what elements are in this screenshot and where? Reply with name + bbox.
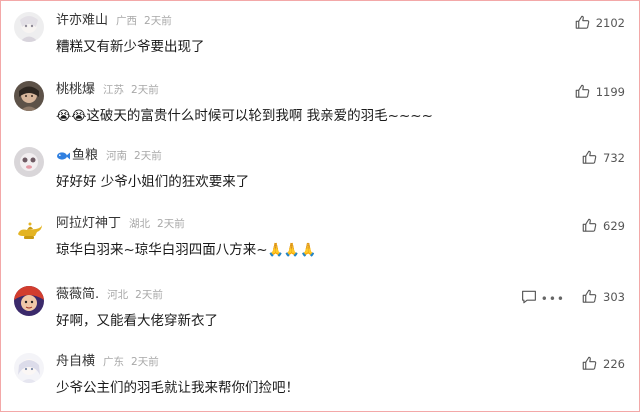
thumbs-up-icon <box>575 15 589 29</box>
like-count: 226 <box>603 356 625 371</box>
location: 河南 <box>106 150 128 162</box>
like-button[interactable]: 2102 <box>575 15 625 30</box>
comment-item: 阿拉灯神丁 湖北 2天前 琼华白羽来~琼华白羽四面八方来~🙏🙏🙏 629 <box>1 215 639 275</box>
timestamp: 2天前 <box>157 218 185 230</box>
comment-item: 舟自横 广东 2天前 少爷公主们的羽毛就让我来帮你们捡吧！ 226 <box>1 353 639 413</box>
location: 江苏 <box>103 84 125 96</box>
like-count: 2102 <box>595 15 625 30</box>
location: 广西 <box>116 15 138 27</box>
thumbs-up-icon <box>582 289 597 303</box>
thumbs-up-icon <box>582 356 597 370</box>
timestamp: 2天前 <box>135 289 163 301</box>
username[interactable]: 桃桃爆 <box>56 81 95 99</box>
username[interactable]: 许亦难山 <box>56 12 108 30</box>
avatar[interactable] <box>14 81 44 111</box>
timestamp: 2天前 <box>131 356 159 368</box>
comment-text: 好好好 少爷小姐们的狂欢要来了 <box>56 174 250 190</box>
avatar[interactable] <box>14 12 44 42</box>
fish-icon <box>57 152 70 160</box>
timestamp: 2天前 <box>134 150 162 162</box>
comment-text: 琼华白羽来~琼华白羽四面八方来~ <box>56 242 268 258</box>
more-icon[interactable]: ••• <box>541 293 565 305</box>
comment-text: 糟糕又有新少爷要出现了 <box>56 39 205 55</box>
location: 广东 <box>103 356 125 368</box>
like-count: 732 <box>603 150 625 165</box>
thumbs-up-icon <box>582 218 597 232</box>
username[interactable]: 鱼粮 <box>72 147 98 165</box>
like-count: 1199 <box>595 84 625 99</box>
like-button[interactable]: 226 <box>582 356 625 371</box>
comment-text: 这破天的富贵什么时候可以轮到我啊 我亲爱的羽毛~~~~ <box>86 108 433 124</box>
like-button[interactable]: 732 <box>582 150 625 165</box>
avatar[interactable] <box>14 353 44 383</box>
comment-text: 好啊，又能看大佬穿新衣了 <box>56 313 218 329</box>
username[interactable]: 舟自横 <box>56 353 95 371</box>
comment-text: 少爷公主们的羽毛就让我来帮你们捡吧！ <box>56 380 299 396</box>
comment-item: 鱼粮 河南 2天前 好好好 少爷小姐们的狂欢要来了 732 <box>1 147 639 207</box>
pray-emoji: 🙏🙏🙏 <box>267 243 317 258</box>
location: 河北 <box>107 289 129 301</box>
avatar[interactable] <box>14 286 44 316</box>
like-count: 303 <box>603 289 625 304</box>
comment-item: 桃桃爆 江苏 2天前 😭😭这破天的富贵什么时候可以轮到我啊 我亲爱的羽毛~~~~… <box>1 81 639 141</box>
like-button[interactable]: 629 <box>582 218 625 233</box>
location: 湖北 <box>129 218 151 230</box>
comment-item: 许亦难山 广西 2天前 糟糕又有新少爷要出现了 2102 <box>1 12 639 72</box>
avatar[interactable] <box>14 147 44 177</box>
comment-item: 薇薇简. 河北 2天前 好啊，又能看大佬穿新衣了 ••• 303 <box>1 286 639 346</box>
username[interactable]: 阿拉灯神丁 <box>56 215 121 233</box>
like-button[interactable]: 303 <box>582 289 625 304</box>
crying-emoji: 😭😭 <box>56 109 87 124</box>
avatar[interactable] <box>14 215 44 245</box>
timestamp: 2天前 <box>131 84 159 96</box>
like-button[interactable]: 1199 <box>575 84 625 99</box>
username[interactable]: 薇薇简. <box>56 286 99 304</box>
comment-icon[interactable] <box>521 290 537 304</box>
timestamp: 2天前 <box>144 15 172 27</box>
thumbs-up-icon <box>575 84 589 98</box>
comment-list: 许亦难山 广西 2天前 糟糕又有新少爷要出现了 2102 桃桃爆 江苏 2天前 … <box>0 0 640 412</box>
like-count: 629 <box>603 218 625 233</box>
thumbs-up-icon <box>582 150 597 164</box>
